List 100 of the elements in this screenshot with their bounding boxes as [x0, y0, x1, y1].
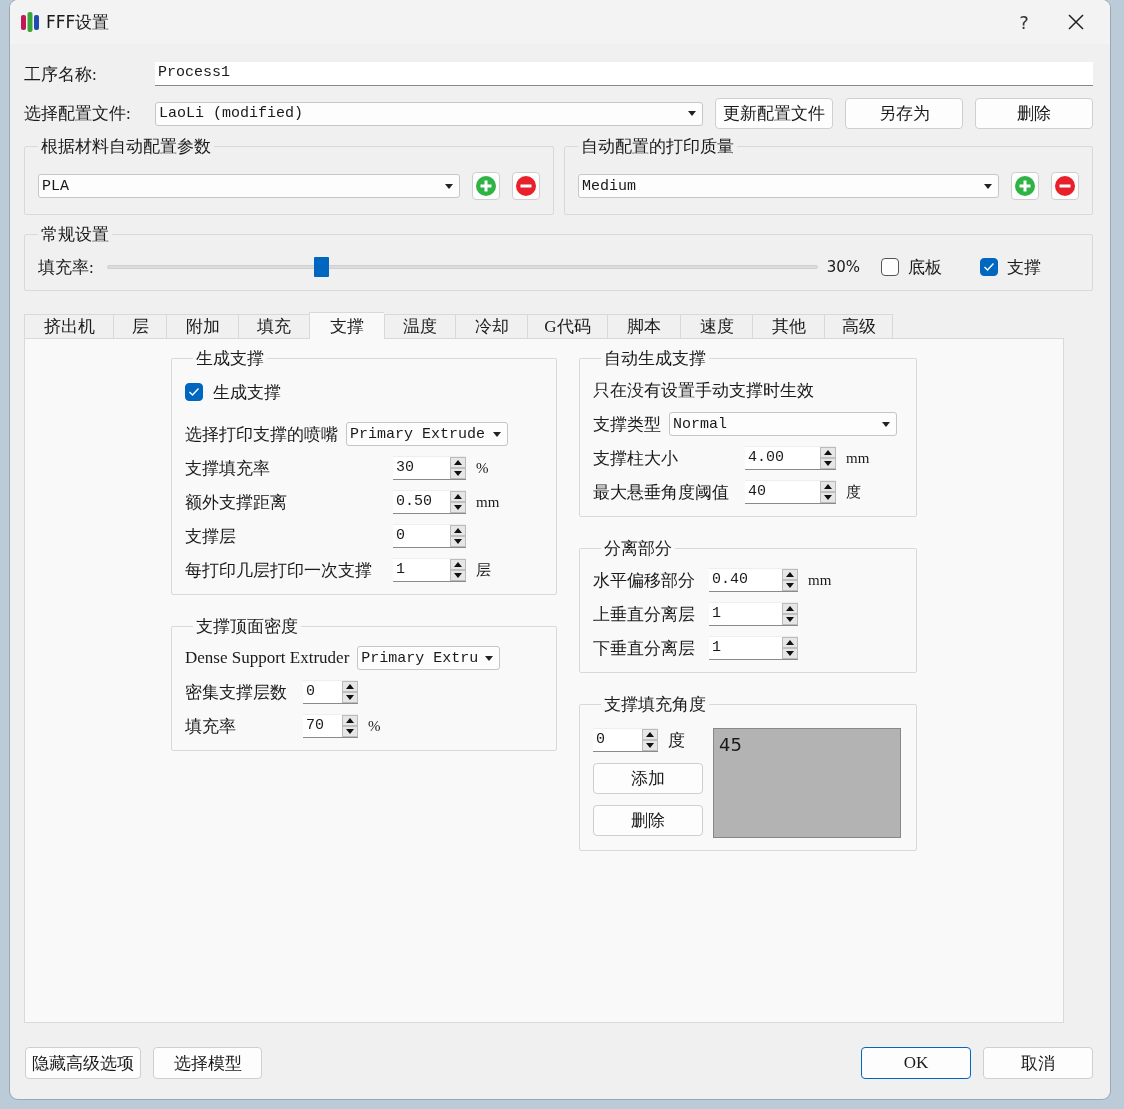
spin-box[interactable]: 30 [393, 456, 466, 480]
dropdown[interactable]: Medium [578, 174, 999, 198]
caret-icon [485, 655, 494, 661]
spin-box[interactable]: 70 [303, 714, 358, 738]
footer-button[interactable]: 隐藏高级选项 [25, 1047, 141, 1079]
spin-box[interactable]: 40 [745, 480, 836, 504]
field-label: 填充率 [185, 715, 237, 738]
profile-button[interactable]: 更新配置文件 [715, 98, 833, 129]
spin-arrows-icon[interactable] [782, 637, 798, 659]
tab[interactable]: 冷却 [455, 314, 527, 338]
tab[interactable]: G代码 [527, 314, 607, 338]
footer-button[interactable]: 选择模型 [153, 1047, 262, 1079]
unit-label: % [476, 459, 489, 477]
field-label: 每打印几层打印一次支撑 [185, 559, 373, 582]
tab[interactable]: 挤出机 [24, 314, 113, 338]
field-label: Dense Support Extruder [185, 648, 350, 668]
list-action-button[interactable]: 添加 [593, 763, 703, 794]
ok-button[interactable]: OK [861, 1047, 971, 1079]
checkbox-checked[interactable] [980, 258, 998, 276]
spin-box[interactable]: 4.00 [745, 446, 836, 470]
tab[interactable]: 温度 [384, 314, 455, 338]
add-button[interactable] [472, 172, 500, 200]
remove-button[interactable] [512, 172, 540, 200]
dropdown[interactable]: LaoLi (modified) [155, 101, 703, 126]
group-title: 常规设置 [40, 224, 110, 246]
field-label: 额外支撑距离 [185, 491, 288, 514]
tab[interactable]: 速度 [680, 314, 752, 338]
caret-icon [688, 111, 696, 116]
spin-arrows-icon[interactable] [782, 603, 798, 625]
cancel-button[interactable]: 取消 [983, 1047, 1093, 1079]
spin-box[interactable]: 0.40 [709, 568, 798, 592]
group-title: 自动生成支撑 [603, 348, 707, 370]
app-logo-icon [20, 11, 40, 33]
tab[interactable]: 层 [113, 314, 166, 338]
tab[interactable]: 脚本 [607, 314, 680, 338]
checkbox[interactable] [881, 258, 899, 276]
add-button[interactable] [1011, 172, 1039, 200]
profile-button[interactable]: 删除 [975, 98, 1093, 129]
unit-label: 度 [846, 482, 861, 502]
close-icon[interactable] [1068, 14, 1084, 30]
dropdown[interactable]: PLA [38, 174, 460, 198]
tab[interactable]: 其他 [752, 314, 824, 338]
field-label: 支撑层 [185, 525, 237, 548]
tab[interactable]: 支撑 [309, 312, 384, 339]
checkbox-label: 支撑 [1007, 256, 1042, 279]
checkbox-label: 生成支撑 [213, 381, 281, 404]
spin-arrows-icon[interactable] [342, 681, 358, 703]
spin-arrows-icon[interactable] [642, 729, 658, 751]
spin-arrows-icon[interactable] [450, 457, 466, 479]
checkbox-label: 底板 [908, 256, 943, 279]
unit-label: % [368, 717, 381, 735]
spin-arrows-icon[interactable] [450, 559, 466, 581]
tab[interactable]: 附加 [166, 314, 238, 338]
dropdown[interactable]: Normal [669, 412, 897, 436]
checkbox-checked[interactable] [185, 383, 203, 401]
tab[interactable]: 填充 [238, 314, 309, 338]
group-title: 生成支撑 [195, 348, 265, 370]
unit-label: 度 [668, 729, 685, 752]
slider-thumb[interactable] [313, 257, 329, 277]
tab[interactable]: 高级 [824, 314, 893, 338]
hint-text: 只在没有设置手动支撑时生效 [593, 379, 814, 402]
unit-label: mm [476, 493, 500, 511]
spin-arrows-icon[interactable] [342, 715, 358, 737]
field-label: 水平偏移部分 [593, 569, 696, 592]
spin-box[interactable]: 0 [393, 524, 466, 548]
field-label: 下垂直分离层 [593, 637, 696, 660]
group-title: 根据材料自动配置参数 [40, 136, 212, 158]
input-field[interactable]: Process1 [155, 62, 1093, 86]
spin-box[interactable]: 1 [393, 558, 466, 582]
unit-label: 层 [476, 560, 491, 580]
spin-box[interactable]: 1 [709, 636, 798, 660]
minus-icon [516, 176, 536, 196]
angle-list[interactable]: 45 [713, 728, 901, 838]
plus-icon [1015, 176, 1035, 196]
spin-arrows-icon[interactable] [820, 481, 836, 503]
spin-box[interactable]: 1 [709, 602, 798, 626]
profile-button[interactable]: 另存为 [845, 98, 963, 129]
field-label: 上垂直分离层 [593, 603, 696, 626]
caret-icon [493, 431, 501, 437]
unit-label: mm [808, 571, 832, 589]
spin-arrows-icon[interactable] [782, 569, 798, 591]
dropdown[interactable]: Primary Extrude [346, 422, 508, 446]
spin-box[interactable]: 0 [593, 728, 658, 752]
unit-label: mm [846, 449, 870, 467]
dropdown[interactable]: Primary Extru [357, 646, 501, 670]
help-button[interactable]: ? [994, 11, 1054, 33]
field-label: 填充率: [38, 256, 95, 279]
field-label: 支撑柱大小 [593, 447, 679, 470]
caret-icon [984, 183, 992, 189]
spin-arrows-icon[interactable] [820, 447, 836, 469]
list-action-button[interactable]: 删除 [593, 805, 703, 836]
field-label: 密集支撑层数 [185, 681, 288, 704]
field-label: 支撑类型 [593, 413, 661, 436]
spin-arrows-icon[interactable] [450, 491, 466, 513]
spin-arrows-icon[interactable] [450, 525, 466, 547]
spin-box[interactable]: 0 [303, 680, 358, 704]
list-item[interactable]: 45 [719, 734, 895, 755]
remove-button[interactable] [1051, 172, 1079, 200]
spin-box[interactable]: 0.50 [393, 490, 466, 514]
checkmark-icon [188, 387, 200, 397]
